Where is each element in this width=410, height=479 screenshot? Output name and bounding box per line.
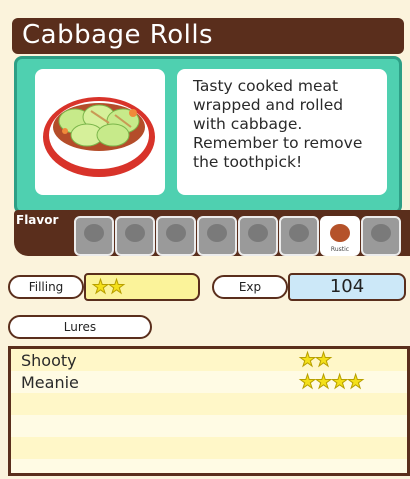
flavor-icon [289,224,309,242]
flavor-chip-name: Rustic [330,246,350,253]
food-image-frame [35,69,165,195]
flavor-icon [248,224,268,242]
flavor-chip[interactable] [279,216,319,256]
exp-value: 104 [329,276,365,297]
flavor-chip[interactable] [115,216,155,256]
exp-value-box: 104 [288,273,406,301]
description-box: Tasty cooked meat wrapped and rolled wit… [177,69,387,195]
flavor-icon [207,224,227,242]
flavor-icon [371,224,391,242]
flavor-chip[interactable] [361,216,401,256]
flavor-icon [125,224,145,242]
flavor-icon [166,224,186,242]
lure-stars: ★★ [298,349,332,372]
lure-stars: ★★★★ [298,371,364,394]
cabbage-rolls-icon [43,97,155,177]
food-title: Cabbage Rolls [22,20,214,50]
flavor-chip[interactable] [156,216,196,256]
exp-label: Exp [212,275,288,299]
flavor-chip[interactable] [197,216,237,256]
flavor-label: Flavor [16,213,59,227]
flavor-chip[interactable] [238,216,278,256]
lures-label: Lures [8,315,152,339]
flavor-chip[interactable] [74,216,114,256]
mushroom-icon [330,224,350,242]
flavor-chip[interactable]: Rustic [320,216,360,256]
filling-stars: ★★ [91,276,125,299]
lure-name: Shooty [21,351,77,370]
filling-value-box: ★★ [84,273,200,301]
lure-name: Meanie [21,373,79,392]
lures-panel: Shooty ★★ Meanie ★★★★ [8,346,410,476]
filling-label: Filling [8,275,84,299]
food-card: Tasty cooked meat wrapped and rolled wit… [14,56,402,214]
flavor-icon [84,224,104,242]
food-description: Tasty cooked meat wrapped and rolled wit… [193,77,363,171]
